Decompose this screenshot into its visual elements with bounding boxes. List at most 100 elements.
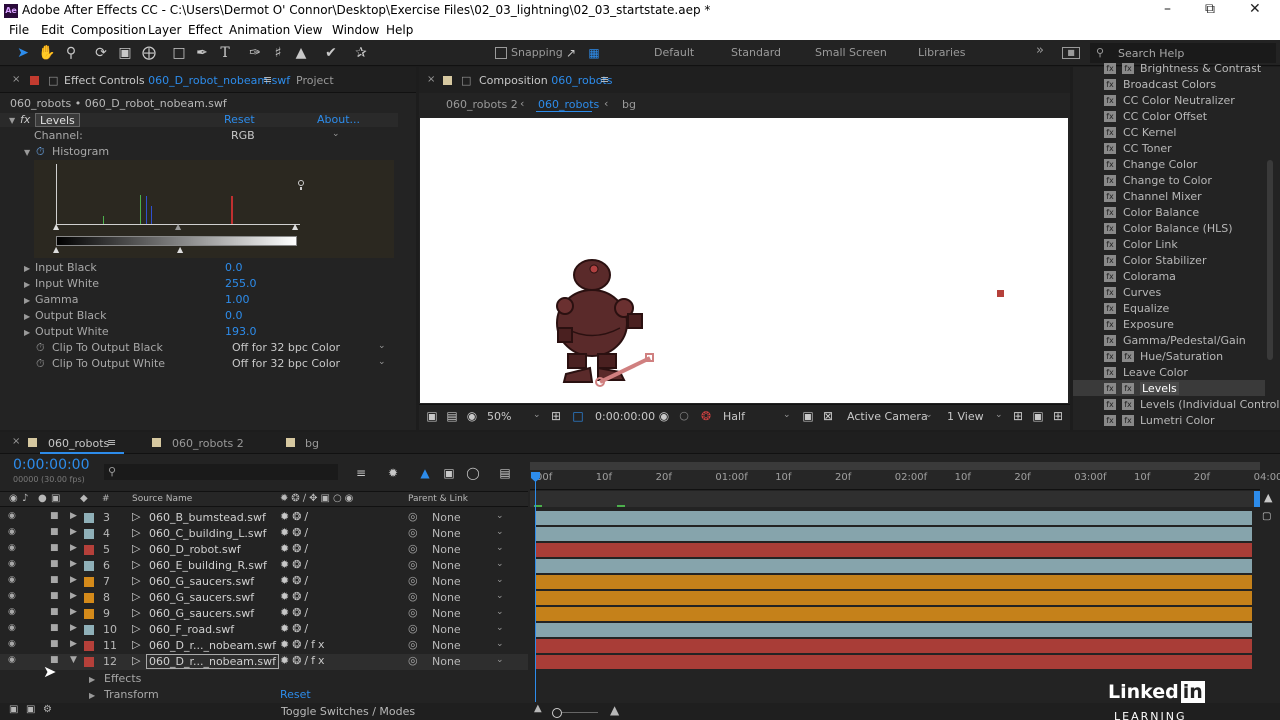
layer-label-color[interactable] xyxy=(84,593,94,603)
layer-duration-bar[interactable] xyxy=(536,607,1252,621)
timeline-current-time[interactable]: 0:00:00:00 xyxy=(13,457,90,473)
tab-composition[interactable]: Composition 060_robots xyxy=(479,74,612,87)
camera-tool-icon[interactable]: ▣ xyxy=(116,44,134,62)
layer-source-name[interactable]: 060_D_r..._nobeam.swf xyxy=(146,654,279,669)
solo-header-icon[interactable]: ● xyxy=(38,493,47,504)
layer-source-name[interactable]: 060_D_r..._nobeam.swf xyxy=(149,639,276,652)
roto-brush-tool-icon[interactable]: ✔ xyxy=(322,44,340,62)
shy-layers-icon[interactable]: ▲ xyxy=(416,464,434,482)
hand-tool-icon[interactable]: ✋ xyxy=(38,44,56,62)
effects-expand-icon[interactable]: ▶ xyxy=(89,675,95,684)
menu-composition[interactable]: Composition xyxy=(71,23,146,37)
effect-item[interactable]: fx Color Link xyxy=(1104,237,1274,253)
tab-menu-icon[interactable]: ≡ xyxy=(600,73,609,86)
layer-label-color[interactable] xyxy=(84,545,94,555)
effect-name-levels[interactable]: Levels xyxy=(35,113,80,127)
lock-icon[interactable]: ■ xyxy=(50,543,59,553)
viewer-timecode[interactable]: 0:00:00:00 xyxy=(595,410,655,424)
workspace-default[interactable]: Default xyxy=(654,46,694,59)
effect-item[interactable]: fx fx Brightness & Contrast xyxy=(1104,61,1274,77)
layer-row[interactable]: ◉ ■ ▶ 11 ▷ 060_D_r..._nobeam.swf ✹❂∕fx ◎ None ⌄ xyxy=(0,638,528,654)
timeline-tab-bg[interactable]: bg xyxy=(305,437,319,450)
effect-item[interactable]: fx Color Balance xyxy=(1104,205,1274,221)
layer-source-name[interactable]: 060_E_building_R.swf xyxy=(149,559,267,572)
snapshot-camera-icon[interactable]: ◉ xyxy=(655,407,673,425)
zoom-slider-track[interactable] xyxy=(562,712,598,713)
puppet-tool-icon[interactable]: ✰ xyxy=(352,44,370,62)
close-tab-icon[interactable]: × xyxy=(12,74,20,85)
layer-expand-icon[interactable]: ▶ xyxy=(70,575,77,585)
switches-header-icons[interactable]: ✹❂∕✥▣○◉ xyxy=(280,493,356,504)
effect-item[interactable]: fx Leave Color xyxy=(1104,365,1274,381)
visibility-eye-icon[interactable]: ◉ xyxy=(8,527,16,537)
frame-blending-icon[interactable]: ▣ xyxy=(440,464,458,482)
output-black-slider-handle[interactable]: ▲ xyxy=(53,245,59,254)
layer-label-color[interactable] xyxy=(84,657,94,667)
layer-duration-bar[interactable] xyxy=(536,623,1252,637)
layer-label-color[interactable] xyxy=(84,513,94,523)
visibility-eye-icon[interactable]: ◉ xyxy=(8,511,16,521)
source-name-header[interactable]: Source Name xyxy=(132,494,192,504)
layer-label-color[interactable] xyxy=(84,561,94,571)
effect-item[interactable]: fx CC Color Offset xyxy=(1104,109,1274,125)
visibility-eye-icon[interactable]: ◉ xyxy=(8,655,16,665)
menu-layer[interactable]: Layer xyxy=(148,23,181,37)
eraser-tool-icon[interactable]: ▲ xyxy=(292,44,310,62)
brush-tool-icon[interactable]: ✑ xyxy=(246,44,264,62)
layer-switches[interactable]: ✹❂∕fx xyxy=(280,654,328,667)
work-area-end-handle[interactable] xyxy=(1254,491,1260,507)
channel-dropdown[interactable]: RGB ⌄ xyxy=(228,129,344,143)
graph-editor-icon[interactable]: ▤ xyxy=(496,464,514,482)
views-dropdown[interactable]: 1 View ⌄ xyxy=(945,410,1005,424)
levels-about-link[interactable]: About... xyxy=(317,113,360,126)
effect-item[interactable]: fx Gamma/Pedestal/Gain xyxy=(1104,333,1274,349)
histogram-stopwatch-icon[interactable]: ⏱ xyxy=(36,145,45,159)
layer-source-name[interactable]: 060_D_robot.swf xyxy=(149,543,241,556)
effect-item[interactable]: fx CC Toner xyxy=(1104,141,1274,157)
parent-dropdown[interactable]: None ⌄ xyxy=(428,623,508,637)
clip-white-stopwatch-icon[interactable]: ⏱ xyxy=(36,357,45,371)
input-black-slider-handle[interactable]: ▲ xyxy=(53,222,59,231)
zoom-tool-icon[interactable]: ⚲ xyxy=(62,44,80,62)
camera-dropdown[interactable]: Active Camera ⌄ xyxy=(845,410,937,424)
pick-whip-icon[interactable]: ◎ xyxy=(408,654,418,667)
input-white-slider-handle[interactable]: ▲ xyxy=(292,222,298,231)
video-toggle-header-icon[interactable]: ◉ xyxy=(9,493,18,504)
lock-icon[interactable]: ■ xyxy=(50,559,59,569)
timeline-tab-060-robots-2[interactable]: 060_robots 2 xyxy=(172,437,244,450)
parent-dropdown[interactable]: None ⌄ xyxy=(428,655,508,669)
work-area-bar[interactable] xyxy=(530,462,1260,470)
layer-duration-bar[interactable] xyxy=(536,559,1252,573)
comp-breadcrumb-bg[interactable]: bg xyxy=(622,98,636,111)
param-input-white-value[interactable]: 255.0 xyxy=(225,277,257,290)
color-channel-icon[interactable]: ❂ xyxy=(697,407,715,425)
layer-source-name[interactable]: 060_C_building_L.swf xyxy=(149,527,266,540)
layer-row[interactable]: ◉ ■ ▶ 6 ▷ 060_E_building_R.swf ✹❂∕ ◎ None ⌄ xyxy=(0,558,528,574)
lock-icon[interactable]: ■ xyxy=(50,511,59,521)
pen-tool-icon[interactable]: ✒ xyxy=(193,44,211,62)
parent-dropdown[interactable]: None ⌄ xyxy=(428,511,508,525)
layer-expand-icon[interactable]: ▶ xyxy=(70,607,77,617)
layer-row[interactable]: ◉ ■ ▶ 4 ▷ 060_C_building_L.swf ✹❂∕ ◎ None ⌄ xyxy=(0,526,528,542)
layer-switches[interactable]: ✹❂∕ xyxy=(280,542,311,555)
visibility-eye-icon[interactable]: ◉ xyxy=(8,575,16,585)
menu-animation[interactable]: Animation xyxy=(229,23,290,37)
input-white-expand-icon[interactable]: ▶ xyxy=(24,280,30,289)
parent-dropdown[interactable]: None ⌄ xyxy=(428,543,508,557)
comp-lock-icon[interactable]: □ xyxy=(461,74,471,87)
effect-item[interactable]: fx CC Kernel xyxy=(1104,125,1274,141)
layer-source-name[interactable]: 060_G_saucers.swf xyxy=(149,591,254,604)
visibility-eye-icon[interactable]: ◉ xyxy=(8,639,16,649)
visibility-eye-icon[interactable]: ◉ xyxy=(8,591,16,601)
transparency-grid-icon[interactable]: ⊠ xyxy=(819,407,837,425)
parent-dropdown[interactable]: None ⌄ xyxy=(428,559,508,573)
timeline-search-field[interactable]: ⚲ xyxy=(104,464,338,480)
layer-row[interactable]: ◉ ■ ▶ 9 ▷ 060_G_saucers.swf ✹❂∕ ◎ None ⌄ xyxy=(0,606,528,622)
rotate-tool-icon[interactable]: ⟳ xyxy=(92,44,110,62)
visibility-eye-icon[interactable]: ◉ xyxy=(8,543,16,553)
tab-menu-icon[interactable]: ≡ xyxy=(107,436,116,449)
visibility-eye-icon[interactable]: ◉ xyxy=(8,559,16,569)
monitor-icon[interactable]: ▤ xyxy=(443,407,461,425)
layer-source-name[interactable]: 060_G_saucers.swf xyxy=(149,607,254,620)
layer-row[interactable]: ◉ ■ ▶ 3 ▷ 060_B_bumstead.swf ✹❂∕ ◎ None ⌄ xyxy=(0,510,528,526)
